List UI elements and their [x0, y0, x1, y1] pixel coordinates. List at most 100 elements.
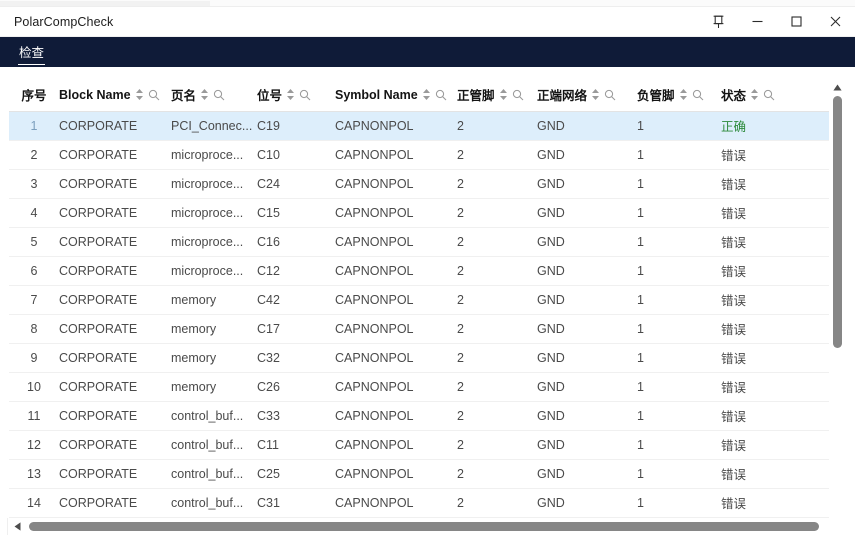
cell-status: 错误	[719, 169, 829, 199]
column-header-2[interactable]: 页名	[169, 79, 255, 112]
cell-idx: 6	[9, 256, 57, 286]
cell-neg_pin: 1	[635, 314, 719, 344]
cell-status: 错误	[719, 459, 829, 489]
menu-bar: 检查	[0, 37, 855, 67]
cell-block: CORPORATE	[57, 372, 169, 402]
table-row[interactable]: 8 CORPORATE memory C17 CAPNONPOL 2 GND 1 错误	[9, 314, 829, 344]
table-row[interactable]: 13 CORPORATE control_buf... C25 CAPNONPOL 2 GN…	[9, 459, 829, 489]
search-icon[interactable]	[512, 89, 524, 101]
content-area: 序号 Block Name 页名 位号 Symbol Name 正管脚 正端网络 负管脚 状态 …	[0, 67, 855, 559]
column-header-6[interactable]: 正端网络	[535, 79, 635, 112]
cell-neg_pin: 1	[635, 198, 719, 228]
sort-toggle-icon[interactable]	[591, 88, 600, 101]
cell-ref: C42	[255, 285, 333, 315]
cell-neg_pin: 1	[635, 459, 719, 489]
column-header-label: 负管脚	[637, 89, 675, 104]
sort-toggle-icon[interactable]	[499, 88, 508, 101]
search-icon[interactable]	[435, 89, 447, 101]
table-row[interactable]: 10 CORPORATE memory C26 CAPNONPOL 2 GND 1 错误	[9, 372, 829, 402]
sort-toggle-icon[interactable]	[750, 88, 759, 101]
cell-block: CORPORATE	[57, 198, 169, 228]
cell-pos_net: GND	[535, 372, 635, 402]
cell-block: CORPORATE	[57, 111, 169, 141]
cell-symbol: CAPNONPOL	[333, 488, 455, 518]
cell-neg_pin: 1	[635, 488, 719, 518]
application-window: PolarCompCheck 检查 序号 Block Name 页名 位号 Sy…	[0, 0, 855, 559]
sort-toggle-icon[interactable]	[200, 88, 209, 101]
cell-neg_pin: 1	[635, 285, 719, 315]
vertical-scroll-thumb[interactable]	[833, 96, 842, 348]
table-row[interactable]: 5 CORPORATE microproce... C16 CAPNONPOL 2 GND 1…	[9, 227, 829, 257]
search-icon[interactable]	[299, 89, 311, 101]
sort-toggle-icon[interactable]	[135, 88, 144, 101]
table-header-row: 序号 Block Name 页名 位号 Symbol Name 正管脚 正端网络 负管脚 状态	[9, 79, 829, 112]
table-row[interactable]: 7 CORPORATE memory C42 CAPNONPOL 2 GND 1 错误	[9, 285, 829, 315]
maximize-button[interactable]	[777, 7, 816, 37]
cell-status: 错误	[719, 343, 829, 373]
table-row[interactable]: 9 CORPORATE memory C32 CAPNONPOL 2 GND 1 错误	[9, 343, 829, 373]
cell-symbol: CAPNONPOL	[333, 169, 455, 199]
sort-toggle-icon[interactable]	[422, 88, 431, 101]
search-icon[interactable]	[763, 89, 775, 101]
column-header-label: Block Name	[59, 87, 131, 102]
column-header-4[interactable]: Symbol Name	[333, 79, 455, 112]
cell-pos_pin: 2	[455, 198, 535, 228]
vertical-scroll-track[interactable]	[829, 96, 846, 514]
menu-item-check[interactable]: 检查	[18, 40, 46, 65]
column-header-7[interactable]: 负管脚	[635, 79, 719, 112]
cell-symbol: CAPNONPOL	[333, 256, 455, 286]
cell-pos_net: GND	[535, 401, 635, 431]
cell-ref: C19	[255, 111, 333, 141]
table-row[interactable]: 11 CORPORATE control_buf... C33 CAPNONPOL 2 GN…	[9, 401, 829, 431]
column-header-5[interactable]: 正管脚	[455, 79, 535, 112]
cell-ref: C26	[255, 372, 333, 402]
table-row[interactable]: 14 CORPORATE control_buf... C31 CAPNONPOL 2 GN…	[9, 488, 829, 518]
cell-pos_pin: 2	[455, 372, 535, 402]
table-row[interactable]: 2 CORPORATE microproce... C10 CAPNONPOL 2 GND 1…	[9, 140, 829, 170]
pin-button[interactable]	[699, 7, 738, 37]
cell-idx: 2	[9, 140, 57, 170]
cell-status: 错误	[719, 430, 829, 460]
cell-status: 正确	[719, 111, 829, 141]
title-bar: PolarCompCheck	[0, 7, 855, 37]
table-row[interactable]: 12 CORPORATE control_buf... C11 CAPNONPOL 2 GN…	[9, 430, 829, 460]
cell-ref: C17	[255, 314, 333, 344]
cell-neg_pin: 1	[635, 227, 719, 257]
vertical-scrollbar[interactable]	[829, 79, 846, 531]
cell-block: CORPORATE	[57, 256, 169, 286]
cell-block: CORPORATE	[57, 459, 169, 489]
table-row[interactable]: 1 CORPORATE PCI_Connec... C19 CAPNONPOL 2 GND 1…	[9, 111, 829, 141]
table-row[interactable]: 6 CORPORATE microproce... C12 CAPNONPOL 2 GND 1…	[9, 256, 829, 286]
table-row[interactable]: 4 CORPORATE microproce... C15 CAPNONPOL 2 GND 1…	[9, 198, 829, 228]
search-icon[interactable]	[604, 89, 616, 101]
cell-pos_net: GND	[535, 169, 635, 199]
cell-pos_net: GND	[535, 430, 635, 460]
cell-neg_pin: 1	[635, 372, 719, 402]
scroll-up-arrow-icon[interactable]	[829, 79, 846, 96]
column-header-3[interactable]: 位号	[255, 79, 333, 112]
minimize-button[interactable]	[738, 7, 777, 37]
cell-idx: 9	[9, 343, 57, 373]
search-icon[interactable]	[148, 89, 160, 101]
cell-idx: 14	[9, 488, 57, 518]
sort-toggle-icon[interactable]	[286, 88, 295, 101]
cell-idx: 13	[9, 459, 57, 489]
column-header-8[interactable]: 状态	[719, 79, 829, 112]
cell-pos_pin: 2	[455, 488, 535, 518]
cell-page: memory	[169, 372, 255, 402]
table-row[interactable]: 3 CORPORATE microproce... C24 CAPNONPOL 2 GND 1…	[9, 169, 829, 199]
close-button[interactable]	[816, 7, 855, 37]
cell-block: CORPORATE	[57, 140, 169, 170]
cell-neg_pin: 1	[635, 343, 719, 373]
window-title: PolarCompCheck	[14, 14, 114, 29]
search-icon[interactable]	[213, 89, 225, 101]
search-icon[interactable]	[692, 89, 704, 101]
cell-idx: 4	[9, 198, 57, 228]
column-header-1[interactable]: Block Name	[57, 79, 169, 112]
horizontal-scrollbar[interactable]	[9, 518, 846, 535]
horizontal-scroll-thumb[interactable]	[29, 522, 819, 531]
column-header-0[interactable]: 序号	[9, 79, 57, 112]
cell-pos_pin: 2	[455, 430, 535, 460]
sort-toggle-icon[interactable]	[679, 88, 688, 101]
scroll-left-arrow-icon[interactable]	[9, 518, 26, 535]
